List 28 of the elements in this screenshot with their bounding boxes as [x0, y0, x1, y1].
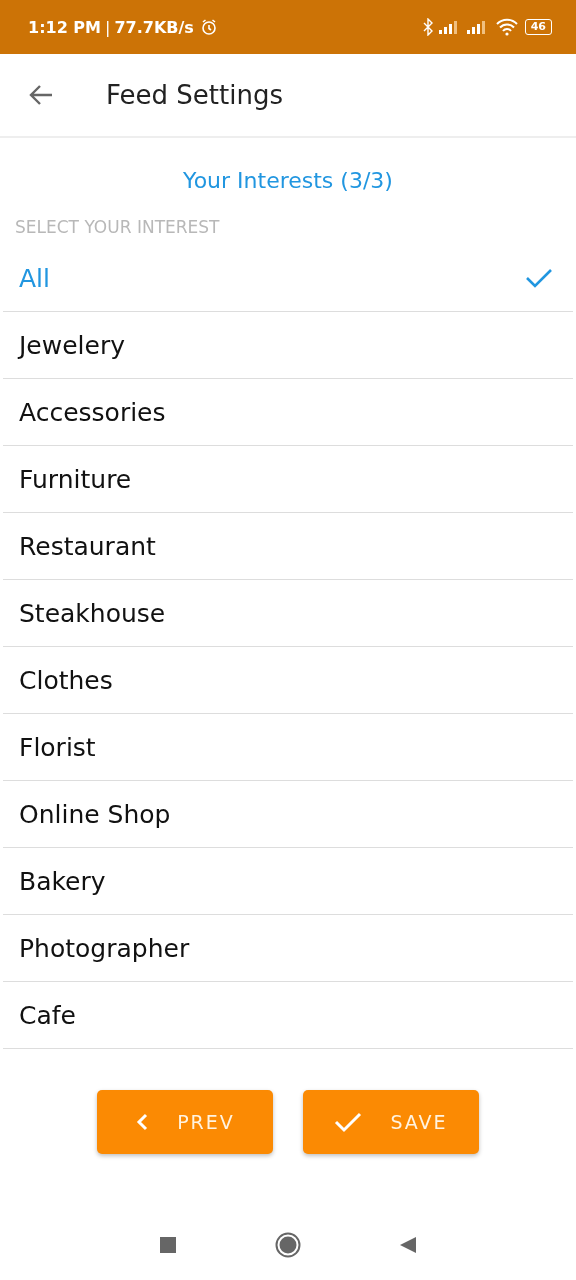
interest-item[interactable]: Furniture	[3, 446, 573, 513]
checkmark-icon	[525, 267, 553, 289]
page-title: Feed Settings	[106, 80, 283, 110]
interest-item[interactable]: Online Shop	[3, 781, 573, 848]
section-label: SELECT YOUR INTEREST	[15, 217, 221, 237]
back-icon[interactable]	[398, 1235, 418, 1255]
home-icon[interactable]	[274, 1231, 302, 1259]
bluetooth-icon	[422, 18, 433, 36]
interests-heading: Your Interests (3/3)	[182, 168, 394, 193]
interest-item[interactable]: Clothes	[3, 647, 573, 714]
network-speed: 77.7KB/s	[114, 17, 194, 37]
checkmark-icon	[334, 1111, 363, 1133]
status-time: 1:12 PM	[28, 17, 101, 37]
interest-item[interactable]: Jewelery	[3, 312, 573, 379]
chevron-left-icon	[135, 1112, 150, 1132]
interest-item[interactable]: Cafe	[3, 982, 573, 1049]
interest-item[interactable]: Bakery	[3, 848, 573, 915]
interest-item[interactable]: Accessories	[3, 379, 573, 446]
battery-icon: 46	[524, 19, 552, 35]
status-divider: |	[105, 17, 111, 37]
recents-icon[interactable]	[158, 1235, 178, 1255]
interest-item[interactable]: Photographer	[3, 915, 573, 982]
alarm-icon	[199, 18, 218, 36]
interest-item[interactable]: Florist	[3, 714, 573, 781]
wifi-icon	[494, 18, 519, 36]
interest-item[interactable]: Restaurant	[3, 513, 573, 580]
back-arrow-icon[interactable]	[28, 84, 54, 106]
interest-item[interactable]: Steakhouse	[3, 580, 573, 647]
